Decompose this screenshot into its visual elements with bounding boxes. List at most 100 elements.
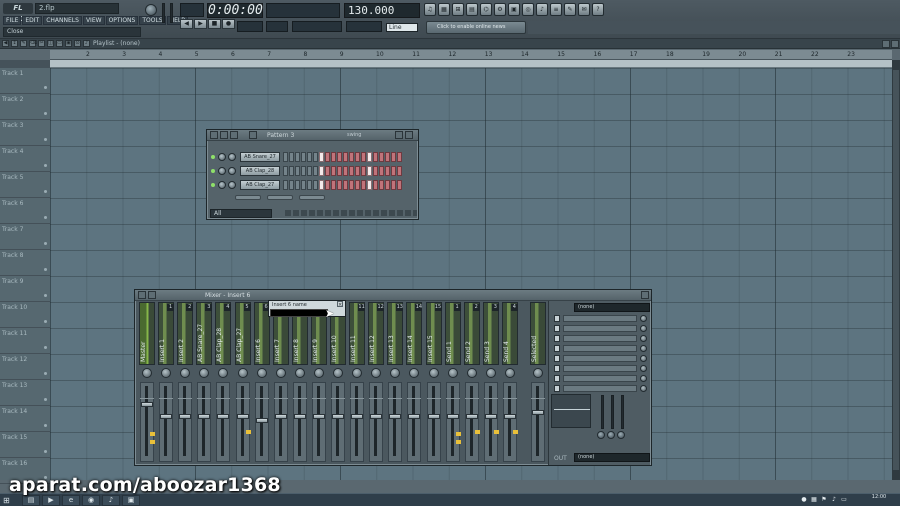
step-button[interactable] [289, 152, 294, 162]
fader-track[interactable] [488, 386, 492, 456]
step-button[interactable] [397, 180, 402, 190]
fader-track[interactable] [374, 386, 378, 456]
step-button[interactable] [289, 166, 294, 176]
fader-track[interactable] [221, 386, 225, 456]
step-button[interactable] [355, 180, 360, 190]
track-header-item[interactable]: Track 11 [0, 328, 50, 354]
play-button[interactable]: ▶ [194, 19, 207, 29]
record-button[interactable]: ● [222, 19, 235, 29]
slot-selector[interactable] [563, 385, 637, 392]
mixer-strip[interactable]: 15 Insert 15 [425, 302, 443, 464]
slot-mix-knob[interactable] [640, 315, 647, 322]
fader-track[interactable] [450, 386, 454, 456]
pan-knob[interactable] [533, 368, 543, 378]
pan-knob[interactable] [504, 368, 515, 378]
effect-slot[interactable] [554, 344, 650, 353]
effect-slot[interactable] [554, 314, 650, 323]
step-button[interactable] [295, 152, 300, 162]
step-button[interactable] [331, 180, 336, 190]
volume-icon[interactable]: ♪ [830, 496, 838, 504]
step-button[interactable] [307, 152, 312, 162]
channel-pan-knob[interactable] [218, 153, 226, 161]
pan-knob[interactable] [313, 368, 324, 378]
draw-icon[interactable]: ✎ [20, 40, 27, 47]
mixer-strip-master[interactable]: Master [138, 302, 156, 464]
channel-volume-knob[interactable] [228, 153, 236, 161]
song-mode-switch[interactable] [180, 3, 204, 17]
recording-options-panel[interactable] [292, 21, 342, 32]
step-button[interactable] [301, 152, 306, 162]
browser-icon[interactable]: ▤ [466, 3, 478, 16]
slot-enable-button[interactable] [554, 355, 560, 362]
volume-fader[interactable] [370, 414, 383, 419]
mixer-strip[interactable]: 7Insert 7 [272, 302, 290, 464]
slot-mix-knob[interactable] [640, 355, 647, 362]
step-button[interactable] [307, 180, 312, 190]
master-volume-slider[interactable] [162, 3, 165, 23]
route-indicator[interactable] [512, 430, 518, 434]
chrome-icon[interactable]: ◉ [82, 495, 100, 506]
mixer-strip[interactable]: Selected [529, 302, 547, 464]
track-header-item[interactable]: Track 12 [0, 354, 50, 380]
step-button[interactable] [289, 180, 294, 190]
step-button[interactable] [301, 166, 306, 176]
step-button[interactable] [373, 180, 378, 190]
network-icon[interactable]: ▦ [810, 496, 818, 504]
slot-enable-button[interactable] [554, 315, 560, 322]
step-button[interactable] [385, 180, 390, 190]
slot-enable-button[interactable] [554, 385, 560, 392]
slot-mix-knob[interactable] [640, 375, 647, 382]
track-mute-icon[interactable] [44, 86, 47, 89]
slot-mix-knob[interactable] [640, 325, 647, 332]
pattern-nav-icon[interactable] [249, 131, 257, 139]
mixer-strip[interactable]: 8Insert 8 [291, 302, 309, 464]
step-button[interactable] [349, 152, 354, 162]
step-button[interactable] [367, 152, 372, 162]
pan-knob[interactable] [485, 368, 496, 378]
channel-name-button[interactable]: AB Clap_27 [240, 180, 280, 190]
media-icon[interactable]: ▶ [42, 495, 60, 506]
volume-fader[interactable] [532, 410, 544, 415]
step-button[interactable] [331, 166, 336, 176]
pan-knob[interactable] [447, 368, 458, 378]
fader-track[interactable] [507, 386, 511, 456]
step-button[interactable] [361, 166, 366, 176]
snap-icon[interactable] [395, 131, 403, 139]
step-button[interactable] [385, 166, 390, 176]
fader-track[interactable] [202, 386, 206, 456]
ie-icon[interactable]: e [62, 495, 80, 506]
track-mute-icon[interactable] [44, 398, 47, 401]
mute-icon[interactable]: ⊙ [74, 40, 81, 47]
channel-led-icon[interactable] [211, 155, 215, 159]
pan-knob[interactable] [466, 368, 477, 378]
step-button[interactable] [337, 166, 342, 176]
step-button[interactable] [283, 166, 288, 176]
step-button[interactable] [319, 152, 324, 162]
pan-knob[interactable] [161, 368, 172, 378]
grid-view-icon[interactable] [220, 131, 228, 139]
battery-icon[interactable]: ▭ [840, 496, 848, 504]
settings-icon[interactable]: ⚙ [494, 3, 506, 16]
select-icon[interactable]: ◫ [47, 40, 54, 47]
list-icon[interactable]: ≡ [550, 3, 562, 16]
pattern-length-bar[interactable] [285, 210, 417, 216]
rename-input[interactable] [270, 309, 328, 317]
menu-arrow-icon[interactable] [210, 131, 218, 139]
step-button[interactable] [385, 152, 390, 162]
effect-slot[interactable] [554, 334, 650, 343]
step-button[interactable] [337, 180, 342, 190]
effect-slot[interactable] [554, 324, 650, 333]
step-button[interactable] [343, 180, 348, 190]
pan-knob[interactable] [390, 368, 401, 378]
track-mute-icon[interactable] [44, 268, 47, 271]
channel-volume-knob[interactable] [228, 181, 236, 189]
step-button[interactable] [367, 166, 372, 176]
slot-selector[interactable] [563, 325, 637, 332]
step-button[interactable] [391, 152, 396, 162]
fader-track[interactable] [240, 386, 244, 456]
close-icon[interactable]: × [337, 301, 343, 308]
pan-knob[interactable] [218, 368, 229, 378]
step-button[interactable] [325, 180, 330, 190]
midi-icon[interactable]: ♪ [536, 3, 548, 16]
pattern-mode-button[interactable]: ◀ [180, 19, 193, 29]
